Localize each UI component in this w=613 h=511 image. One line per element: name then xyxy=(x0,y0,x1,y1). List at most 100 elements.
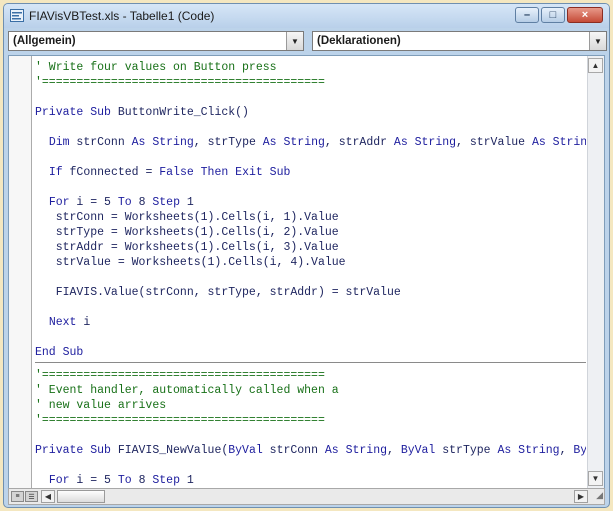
code-line[interactable] xyxy=(35,270,586,285)
code-keyword: As String xyxy=(531,136,586,149)
code-keyword: For xyxy=(48,196,77,209)
scroll-thumb[interactable] xyxy=(57,490,105,503)
code-text: , strValue xyxy=(456,136,532,149)
code-text: i = 5 xyxy=(76,474,118,487)
code-keyword: As String xyxy=(324,444,388,457)
code-keyword: If xyxy=(48,166,70,179)
vba-module-icon xyxy=(10,9,24,22)
scroll-left-button[interactable]: ◀ xyxy=(41,490,55,503)
procedure-view-icon[interactable]: ≡ xyxy=(11,491,24,502)
code-keyword: End Sub xyxy=(35,346,84,359)
code-text: strConn xyxy=(76,136,132,149)
code-keyword: As String xyxy=(131,136,194,149)
maximize-button[interactable]: □ xyxy=(541,7,565,23)
code-text: , xyxy=(387,444,401,457)
code-keyword: False Then Exit Sub xyxy=(159,166,291,179)
code-line[interactable]: '=======================================… xyxy=(35,368,586,383)
code-line[interactable]: For i = 5 To 8 Step 1 xyxy=(35,473,586,488)
code-line[interactable]: strValue = Worksheets(1).Cells(i, 4).Val… xyxy=(35,255,586,270)
code-comment: '=======================================… xyxy=(35,76,325,89)
vertical-scrollbar[interactable]: ▲ ▼ xyxy=(587,56,604,488)
code-line[interactable]: strAddr = Worksheets(1).Cells(i, 3).Valu… xyxy=(35,240,586,255)
minimize-button[interactable]: – xyxy=(515,7,539,23)
code-line[interactable] xyxy=(35,150,586,165)
code-keyword: Step xyxy=(152,196,187,209)
procedure-separator xyxy=(35,362,586,363)
code-comment: '=======================================… xyxy=(35,414,325,427)
code-line[interactable]: For i = 5 To 8 Step 1 xyxy=(35,195,586,210)
code-text: strConn = Worksheets(1).Cells(i, 1).Valu… xyxy=(35,211,339,224)
chevron-down-icon[interactable]: ▼ xyxy=(286,32,303,50)
code-text: strType xyxy=(442,444,498,457)
close-button[interactable]: × xyxy=(567,7,603,23)
code-text: strType = Worksheets(1).Cells(i, 2).Valu… xyxy=(35,226,339,239)
code-editor[interactable]: ' Write four values on Button press '====… xyxy=(8,55,605,489)
code-window: FIAVisVBTest.xls - Tabelle1 (Code) – □ ×… xyxy=(3,3,610,508)
code-text: 1 xyxy=(186,474,194,487)
code-comment: ' Write four values on Button press xyxy=(35,61,277,74)
code-line[interactable]: '=======================================… xyxy=(35,75,586,90)
code-text: , strType xyxy=(193,136,263,149)
code-line[interactable] xyxy=(35,180,586,195)
code-line[interactable]: If fConnected = False Then Exit Sub xyxy=(35,165,586,180)
chevron-down-icon[interactable]: ▼ xyxy=(589,32,606,50)
code-keyword: ByVal xyxy=(400,444,443,457)
code-line[interactable]: FIAVIS.Value(strConn, strType, strAddr) … xyxy=(35,285,586,300)
code-keyword: ByVal xyxy=(228,444,270,457)
code-text: strAddr = Worksheets(1).Cells(i, 3).Valu… xyxy=(35,241,339,254)
code-area[interactable]: ' Write four values on Button press '====… xyxy=(35,56,586,488)
code-keyword: ByV xyxy=(573,444,586,457)
procedure-dropdown[interactable]: (Deklarationen) ▼ xyxy=(312,31,607,51)
horizontal-scrollbar[interactable]: ≡ ☰ ◀ ▶ ◢ xyxy=(8,488,605,505)
code-text: FIAVIS_NewValue( xyxy=(117,444,229,457)
code-line[interactable] xyxy=(35,428,586,443)
code-keyword: Private Sub xyxy=(35,444,118,457)
code-line[interactable] xyxy=(35,90,586,105)
code-text: , strAddr xyxy=(324,136,394,149)
code-keyword: Dim xyxy=(48,136,77,149)
title-bar[interactable]: FIAVisVBTest.xls - Tabelle1 (Code) – □ × xyxy=(4,4,609,28)
full-module-view-icon[interactable]: ☰ xyxy=(25,491,38,502)
code-line[interactable]: Dim strConn As String, strType As String… xyxy=(35,135,586,150)
resize-grip-icon[interactable]: ◢ xyxy=(590,490,603,503)
code-line[interactable] xyxy=(35,120,586,135)
code-line[interactable]: ' Event handler, automatically called wh… xyxy=(35,383,586,398)
code-text: fConnected = xyxy=(69,166,160,179)
code-line[interactable]: Next i xyxy=(35,315,586,330)
code-line[interactable] xyxy=(35,458,586,473)
code-keyword: As String xyxy=(497,444,560,457)
code-line[interactable] xyxy=(35,300,586,315)
code-line[interactable]: strConn = Worksheets(1).Cells(i, 1).Valu… xyxy=(35,210,586,225)
code-comment: '=======================================… xyxy=(35,369,325,382)
code-text: 1 xyxy=(186,196,194,209)
code-text: ButtonWrite_Click() xyxy=(117,106,249,119)
code-line[interactable]: Private Sub FIAVIS_NewValue(ByVal strCon… xyxy=(35,443,586,458)
scroll-right-button[interactable]: ▶ xyxy=(574,490,588,503)
code-text: i = 5 xyxy=(76,196,118,209)
code-text: strValue = Worksheets(1).Cells(i, 4).Val… xyxy=(35,256,346,269)
code-comment: ' new value arrives xyxy=(35,399,167,412)
code-line[interactable] xyxy=(35,330,586,345)
code-keyword: As String xyxy=(262,136,325,149)
code-keyword: To xyxy=(117,474,139,487)
code-line[interactable]: ' new value arrives xyxy=(35,398,586,413)
procedure-bar: (Allgemein) ▼ (Deklarationen) ▼ xyxy=(8,31,607,53)
object-dropdown[interactable]: (Allgemein) ▼ xyxy=(8,31,304,51)
code-line[interactable]: ' Write four values on Button press xyxy=(35,60,586,75)
code-text: 8 xyxy=(138,196,153,209)
scroll-down-button[interactable]: ▼ xyxy=(588,471,603,486)
code-line[interactable]: End Sub xyxy=(35,345,586,360)
code-line[interactable]: strType = Worksheets(1).Cells(i, 2).Valu… xyxy=(35,225,586,240)
code-line[interactable]: Private Sub ButtonWrite_Click() xyxy=(35,105,586,120)
code-keyword: Private Sub xyxy=(35,106,118,119)
code-text: 8 xyxy=(138,474,153,487)
scroll-up-button[interactable]: ▲ xyxy=(588,58,603,73)
breakpoint-margin[interactable] xyxy=(9,56,32,488)
code-keyword: To xyxy=(117,196,139,209)
code-line[interactable]: '=======================================… xyxy=(35,413,586,428)
code-keyword: For xyxy=(48,474,77,487)
